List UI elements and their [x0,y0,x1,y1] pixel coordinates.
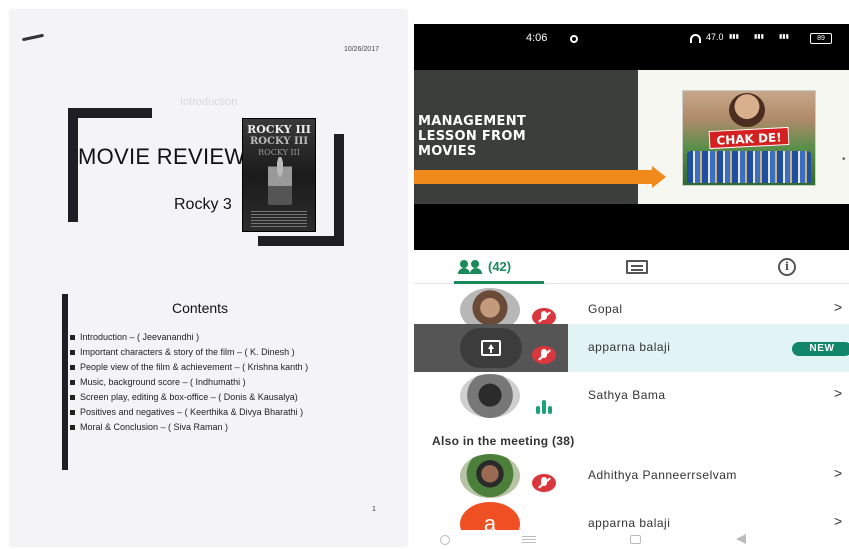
pen-mark [21,33,45,42]
list-item: Positives and negatives – ( Keerthika & … [70,407,370,418]
presentation-video[interactable]: MANAGEMENT LESSON FROM MOVIES CHAK DE! • [414,54,849,250]
faded-text: Introduction [180,96,238,108]
info-icon: i [778,258,796,276]
chevron-right-icon[interactable]: > [834,299,842,315]
system-nav-bar [414,530,849,549]
menu-icon[interactable] [522,536,536,537]
contents-list: Introduction – ( Jeevanandhi ) Important… [70,332,370,437]
meeting-tabs: (42) i [414,250,849,284]
status-bar: 4:06 47.0 ▮▮▮ ▮▮▮ ▮▮▮ 89 [414,24,849,54]
participant-name: apparna balaji [588,340,671,354]
poster-title: ROCKY III [258,148,300,157]
poster-logo: CHAK DE! [708,126,790,150]
poster-title: ROCKY III [247,123,311,136]
people-count: (42) [488,259,512,274]
poster-team [687,151,811,183]
participant-name: Adhithya Panneerrselvam [588,468,737,482]
poster-figure [268,157,292,205]
rocky-poster: ROCKY III ROCKY III ROCKY III [242,118,316,232]
chevron-right-icon[interactable]: > [834,385,842,401]
slide-marker-icon: • [842,154,846,165]
list-item: Important characters & story of the film… [70,347,370,358]
present-screen-icon[interactable] [460,328,522,368]
participant-name: Gopal [588,302,623,316]
chevron-right-icon[interactable]: > [834,513,842,529]
signal-icon: ▮▮▮ [729,34,739,40]
frame-bar [68,108,78,222]
frame-bar [334,134,344,246]
home-icon[interactable] [440,535,450,545]
frame-bar [258,236,344,246]
chat-icon [626,260,648,274]
avatar-zone [414,372,568,420]
printed-document: 10/26/2017 Introduction MOVIE REVIEW ROC… [10,10,407,546]
chevron-right-icon[interactable]: > [834,465,842,481]
tab-info[interactable]: i [776,250,806,284]
avatar-zone [414,324,568,372]
chakde-poster: CHAK DE! [682,90,816,186]
list-item: Screen play, editing & box-office – ( Do… [70,392,370,403]
notification-icon [570,35,578,43]
frame-bar [68,108,152,118]
tab-chat[interactable] [624,250,654,284]
phone-screen: 4:06 47.0 ▮▮▮ ▮▮▮ ▮▮▮ 89 MANAGEMENT LESS… [414,24,849,549]
slide-title: MANAGEMENT LESSON FROM MOVIES [418,114,527,159]
list-item: People view of the film & achievement – … [70,362,370,373]
battery-icon: 89 [810,33,832,44]
participant-name: apparna balaji [588,516,671,530]
poster-title: ROCKY III [249,136,309,147]
contents-bar [62,294,68,470]
avatar-zone [414,452,568,500]
also-in-meeting-header: Also in the meeting (38) [432,434,575,448]
signal-icon: ▮▮▮ [779,34,789,40]
tab-people[interactable]: (42) [454,250,544,284]
participant-name: Sathya Bama [588,388,666,402]
contents-title: Contents [172,300,229,316]
document-date: 10/26/2017 [343,46,379,53]
speaking-icon [534,398,556,414]
signal-icon: ▮▮▮ [754,34,764,40]
recents-icon[interactable] [630,535,641,544]
back-icon[interactable] [736,534,746,544]
document-subtitle: Rocky 3 [174,196,232,213]
mic-off-icon [532,346,556,364]
people-icon [458,260,482,274]
participant-row[interactable]: apparna balaji NEW [414,324,849,372]
participant-row[interactable]: Sathya Bama > [414,372,849,420]
document-title: MOVIE REVIEW [78,144,246,169]
arrow-graphic [652,166,666,188]
avatar [460,374,520,418]
avatar [460,454,520,498]
page-number: 1 [372,506,376,513]
arrow-graphic [414,170,654,184]
participant-row[interactable]: Adhithya Panneerrselvam > [414,452,849,500]
mic-off-icon [532,474,556,492]
poster-credits [251,211,307,227]
poster-face [729,93,765,127]
list-item: Music, background score – ( Indhumathi ) [70,377,370,388]
slide: MANAGEMENT LESSON FROM MOVIES CHAK DE! • [414,70,849,204]
new-badge: NEW [792,342,849,356]
network-speed: 47.0 [706,32,724,42]
headphones-icon [690,34,701,43]
list-item: Introduction – ( Jeevanandhi ) [70,332,370,343]
list-item: Moral & Conclusion – ( Siva Raman ) [70,422,370,433]
status-time: 4:06 [526,32,548,44]
